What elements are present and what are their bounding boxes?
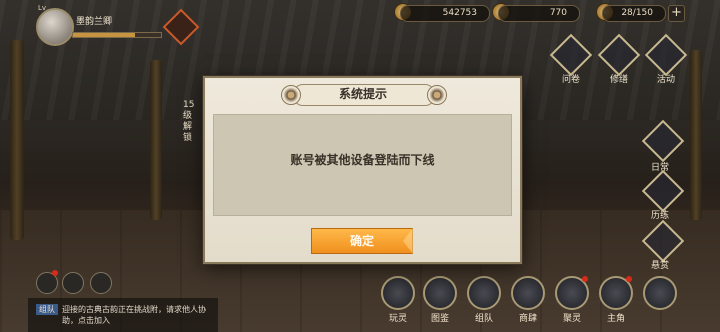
exp-bar <box>72 32 162 38</box>
chat-bubble-icon[interactable] <box>90 272 112 294</box>
spirit-icon <box>381 276 415 310</box>
avatar[interactable] <box>36 8 74 46</box>
nav-character[interactable]: 主角 <box>596 276 636 324</box>
menu-repair[interactable]: 修缮 <box>597 33 641 85</box>
team-icon <box>467 276 501 310</box>
settings-icon <box>643 276 677 310</box>
album-icon <box>423 276 457 310</box>
stamina-counter: 28/150 <box>602 5 666 22</box>
unlock-banner: 15级解锁 <box>183 100 195 143</box>
player-name: 墨韵兰卿 <box>76 17 113 27</box>
chat-channel-tag: 组队 <box>36 304 58 315</box>
menu-questionnaire[interactable]: 问卷 <box>549 33 593 85</box>
notification-dot <box>52 270 58 276</box>
dialog-message: 账号被其他设备登陆而下线 <box>290 153 435 167</box>
dialog-message-panel: 账号被其他设备登陆而下线 <box>213 114 512 216</box>
dialog-title-plate: 系统提示 <box>281 82 447 106</box>
repair-icon <box>597 33 641 77</box>
nav-gather[interactable]: 聚灵 <box>552 276 592 324</box>
nav-album[interactable]: 图鉴 <box>420 276 460 324</box>
shop-icon <box>511 276 545 310</box>
nav-team[interactable]: 组队 <box>464 276 504 324</box>
gems-counter: 770 <box>498 5 580 22</box>
activity-icon <box>644 33 688 77</box>
nav-shop[interactable]: 商肆 <box>508 276 548 324</box>
menu-bounty-label: 悬赏 <box>651 261 670 271</box>
menu-training-label: 历练 <box>651 211 670 221</box>
notification-dot <box>626 276 632 282</box>
nav-settings[interactable] <box>640 276 680 311</box>
add-stamina-button[interactable]: + <box>668 5 685 22</box>
system-dialog: 系统提示 账号被其他设备登陆而下线 确定 <box>203 76 522 264</box>
nav-spirit[interactable]: 玩灵 <box>378 276 418 324</box>
book-icon <box>549 33 593 77</box>
chat-mail-icon[interactable] <box>62 272 84 294</box>
chat-message: 迎接的古典古韵正在挑战附，请求他人协助，点击加入 <box>62 305 206 325</box>
dialog-title: 系统提示 <box>338 87 387 101</box>
player-level: Lv <box>38 4 47 12</box>
notification-dot <box>582 276 588 282</box>
confirm-button[interactable]: 确定 <box>311 228 413 254</box>
menu-activity[interactable]: 活动 <box>644 33 688 85</box>
coins-counter: 542753 <box>400 5 490 22</box>
